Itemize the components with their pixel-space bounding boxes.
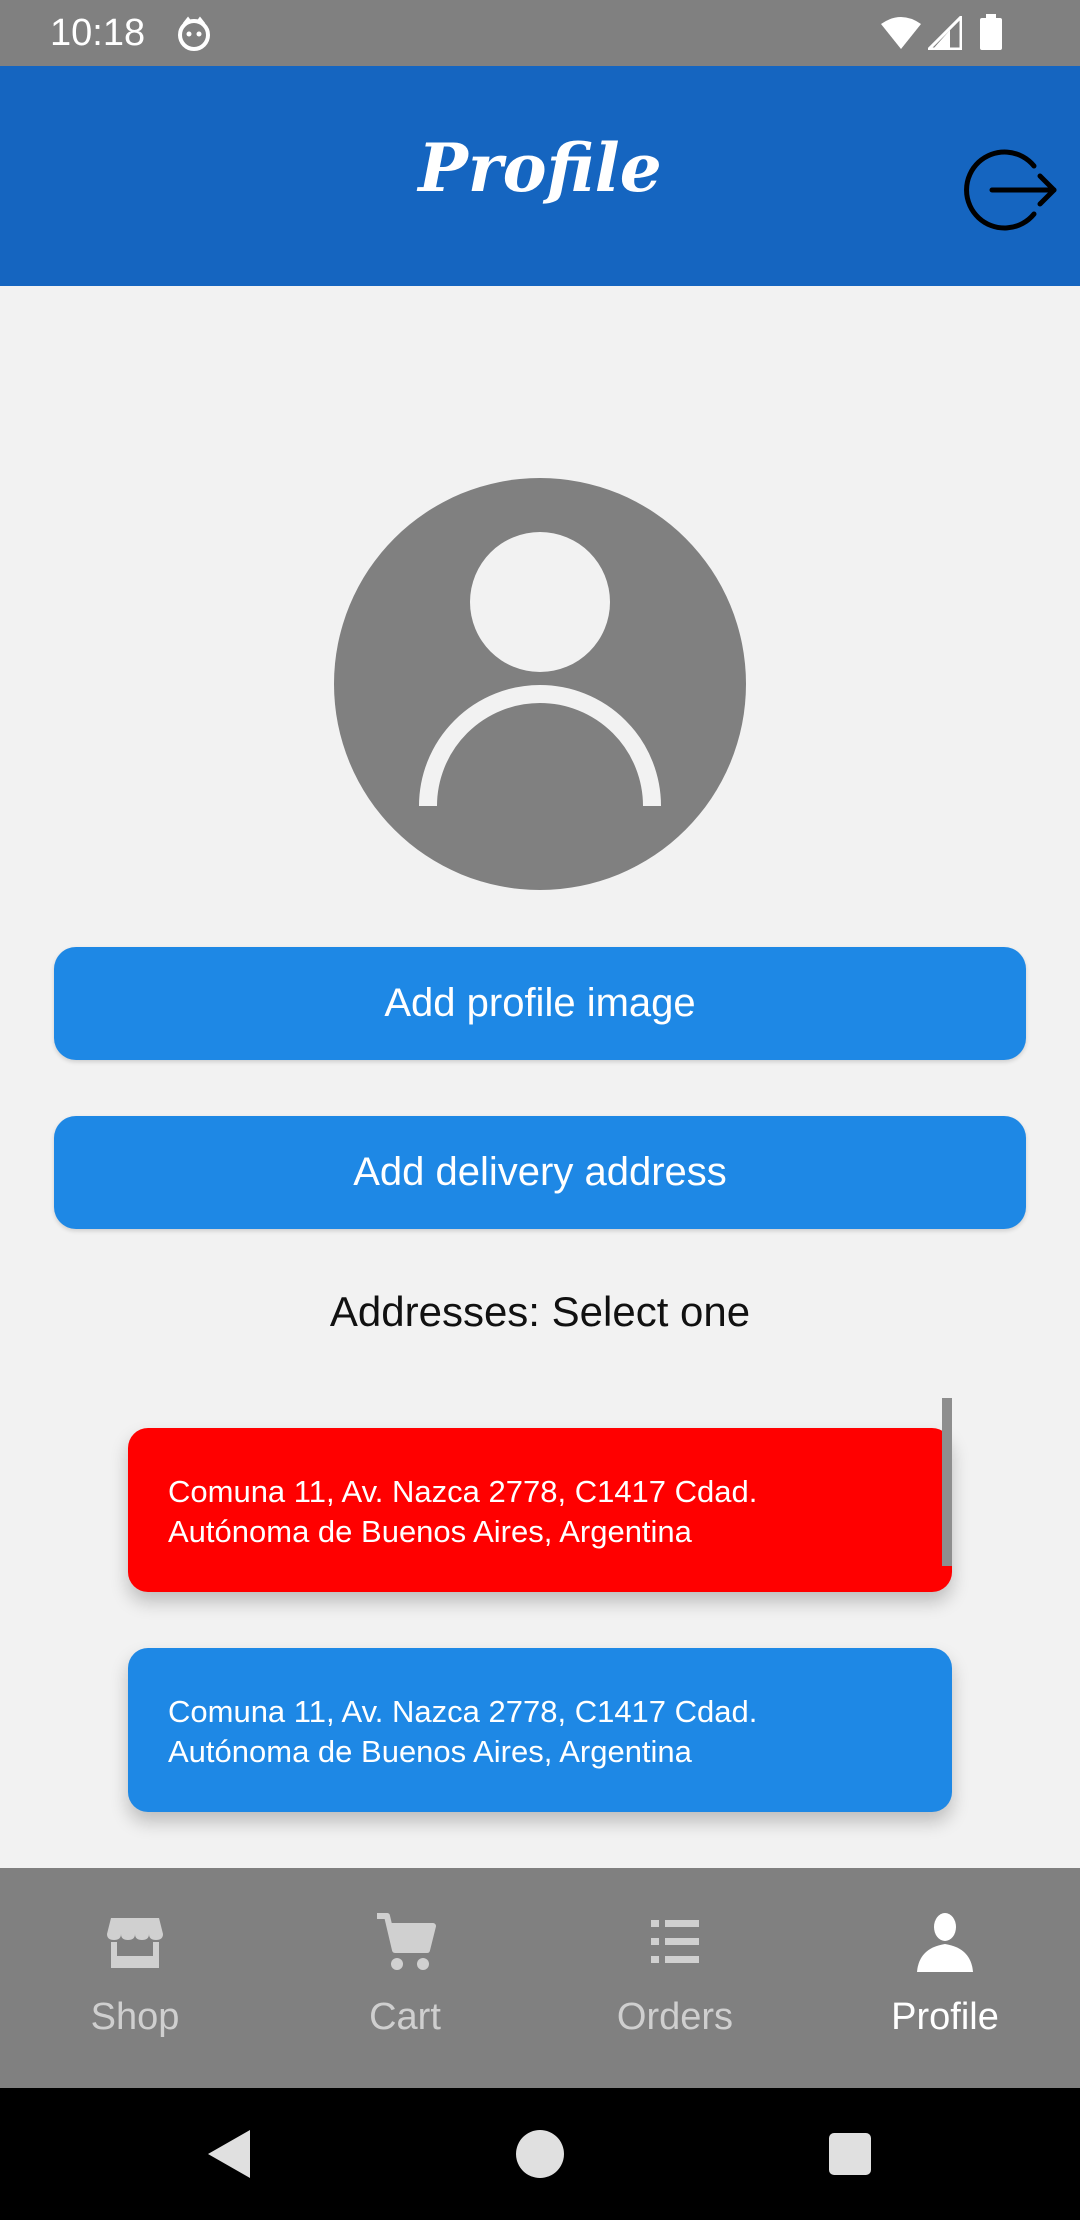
address-card[interactable]: Comuna 11, Av. Nazca 2778, C1417 Cdad. A… <box>128 1648 952 1812</box>
status-bar: 10:18 <box>0 0 1080 66</box>
avatar <box>334 478 746 890</box>
system-nav-bar <box>0 2088 1080 2220</box>
add-delivery-address-button[interactable]: Add delivery address <box>54 1116 1026 1229</box>
cart-icon <box>377 1913 436 1970</box>
scrollbar[interactable] <box>942 1398 952 1566</box>
logout-icon <box>964 149 1057 231</box>
address-line-1: Comuna 11, Av. Nazca 2778, C1417 Cdad. <box>168 1474 758 1509</box>
nav-label: Cart <box>369 1996 441 2038</box>
app-bar: Profile <box>0 66 1080 286</box>
bottom-nav: Shop Cart Orders Profile <box>0 1868 1080 2088</box>
store-icon <box>107 1918 163 1968</box>
nav-item-orders[interactable]: Orders <box>540 1868 810 2088</box>
nav-label: Shop <box>90 1996 180 2038</box>
page-title: Profile <box>418 129 662 207</box>
recents-icon[interactable] <box>820 2124 880 2184</box>
person-icon <box>917 1913 973 1972</box>
home-icon[interactable] <box>510 2124 570 2184</box>
add-profile-image-button[interactable]: Add profile image <box>54 947 1026 1060</box>
address-list[interactable]: Comuna 11, Av. Nazca 2778, C1417 Cdad. A… <box>128 1398 954 1868</box>
address-card-selected[interactable]: Comuna 11, Av. Nazca 2778, C1417 Cdad. A… <box>128 1428 952 1592</box>
back-icon[interactable] <box>200 2124 260 2184</box>
nav-item-profile[interactable]: Profile <box>810 1868 1080 2088</box>
nav-label: Orders <box>616 1996 734 2038</box>
status-time: 10:18 <box>50 12 146 54</box>
signal-icon <box>928 16 962 50</box>
list-icon <box>651 1920 699 1963</box>
address-line-1: Comuna 11, Av. Nazca 2778, C1417 Cdad. <box>168 1694 758 1729</box>
wifi-icon <box>881 17 921 49</box>
nav-item-shop[interactable]: Shop <box>0 1868 270 2088</box>
battery-icon <box>980 14 1002 50</box>
address-line-2: Autónoma de Buenos Aires, Argentina <box>168 1734 692 1769</box>
notification-app-icon <box>178 16 210 51</box>
address-line-2: Autónoma de Buenos Aires, Argentina <box>168 1514 692 1549</box>
default-avatar-icon <box>419 532 661 807</box>
nav-label: Profile <box>891 1996 999 2038</box>
addresses-heading: Addresses: Select one <box>329 1288 751 1335</box>
nav-item-cart[interactable]: Cart <box>270 1868 540 2088</box>
logout-button[interactable] <box>962 142 1058 238</box>
